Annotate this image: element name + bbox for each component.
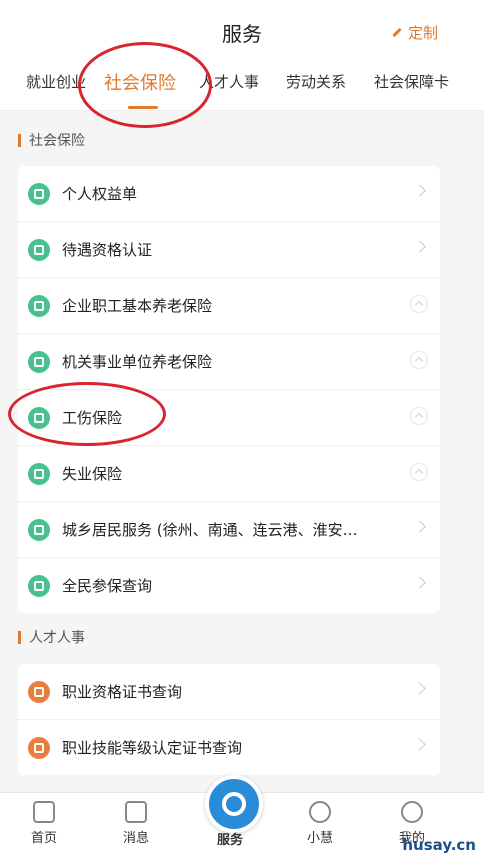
tab-employment[interactable]: 就业创业 bbox=[26, 71, 86, 92]
list-item-enterprise-pension[interactable]: 企业职工基本养老保险 bbox=[18, 278, 440, 334]
certificate-icon bbox=[28, 238, 50, 261]
active-tab-indicator bbox=[128, 106, 158, 109]
customize-button[interactable]: 定制 bbox=[392, 22, 438, 43]
nav-home[interactable]: 首页 bbox=[14, 801, 74, 846]
home-icon bbox=[33, 801, 55, 823]
nav-label: 消息 bbox=[122, 831, 149, 846]
nav-messages[interactable]: 消息 bbox=[106, 801, 166, 846]
document-icon bbox=[28, 182, 50, 205]
list-item-label: 全民参保查询 bbox=[62, 577, 153, 595]
section-title-text: 社会保险 bbox=[29, 133, 85, 149]
photo-icon bbox=[28, 518, 50, 541]
assistant-icon bbox=[309, 801, 331, 823]
watermark: husay.cn bbox=[402, 836, 476, 854]
speaker-icon bbox=[125, 801, 147, 823]
box-icon bbox=[28, 294, 50, 317]
chevron-right-icon bbox=[413, 240, 426, 253]
chevron-right-icon bbox=[413, 520, 426, 533]
search-doc-icon bbox=[28, 574, 50, 597]
list-item-label: 失业保险 bbox=[62, 465, 123, 483]
tab-social-security-card[interactable]: 社会保障卡 bbox=[374, 71, 449, 92]
list-item-universal-enrollment[interactable]: 全民参保查询 bbox=[18, 558, 440, 613]
chevron-right-icon bbox=[413, 682, 426, 695]
nav-label: 小慧 bbox=[306, 831, 333, 846]
list-item-label: 待遇资格认证 bbox=[62, 241, 153, 259]
chevron-right-icon bbox=[413, 738, 426, 751]
certificate-icon bbox=[28, 736, 50, 759]
list-item-skill-level-certificate[interactable]: 职业技能等级认定证书查询 bbox=[18, 720, 440, 775]
expand-toggle-icon[interactable] bbox=[410, 351, 428, 369]
section-accent-bar bbox=[18, 133, 21, 147]
expand-toggle-icon[interactable] bbox=[410, 295, 428, 313]
nav-label: 首页 bbox=[30, 831, 57, 846]
chevron-right-icon bbox=[413, 576, 426, 589]
section-title-talent: 人才人事 bbox=[18, 627, 85, 647]
box-icon bbox=[28, 406, 50, 429]
tab-talent[interactable]: 人才人事 bbox=[199, 71, 259, 92]
tab-social-insurance[interactable]: 社会保险 bbox=[104, 69, 176, 95]
box-icon bbox=[28, 350, 50, 373]
section-title-text: 人才人事 bbox=[29, 630, 85, 646]
expand-toggle-icon[interactable] bbox=[410, 463, 428, 481]
list-item-label: 城乡居民服务 (徐州、南通、连云港、淮安… bbox=[62, 521, 358, 539]
list-item-label: 工伤保险 bbox=[62, 409, 123, 427]
talent-list: 职业资格证书查询 职业技能等级认定证书查询 bbox=[18, 664, 440, 775]
list-item-institution-pension[interactable]: 机关事业单位养老保险 bbox=[18, 334, 440, 390]
user-icon bbox=[401, 801, 423, 823]
expand-toggle-icon[interactable] bbox=[410, 407, 428, 425]
list-item-personal-rights[interactable]: 个人权益单 bbox=[18, 166, 440, 222]
tab-labor-relations[interactable]: 劳动关系 bbox=[286, 71, 346, 92]
section-title-social-insurance: 社会保险 bbox=[18, 130, 85, 150]
nav-assistant[interactable]: 小慧 bbox=[290, 801, 350, 846]
list-item-resident-services[interactable]: 城乡居民服务 (徐州、南通、连云港、淮安… bbox=[18, 502, 440, 558]
list-item-benefit-certification[interactable]: 待遇资格认证 bbox=[18, 222, 440, 278]
list-item-work-injury[interactable]: 工伤保险 bbox=[18, 390, 440, 446]
nav-label: 服务 bbox=[216, 833, 243, 848]
list-item-qualification-certificate[interactable]: 职业资格证书查询 bbox=[18, 664, 440, 720]
certificate-icon bbox=[28, 680, 50, 703]
list-item-label: 机关事业单位养老保险 bbox=[62, 353, 213, 371]
list-item-label: 职业技能等级认定证书查询 bbox=[62, 739, 243, 757]
customize-label: 定制 bbox=[407, 24, 438, 42]
list-item-label: 职业资格证书查询 bbox=[62, 683, 183, 701]
service-logo-icon[interactable] bbox=[205, 775, 263, 833]
list-item-label: 个人权益单 bbox=[62, 185, 138, 203]
nav-service[interactable]: 服务 bbox=[200, 829, 260, 848]
box-icon bbox=[28, 462, 50, 485]
chevron-right-icon bbox=[413, 184, 426, 197]
social-insurance-list: 个人权益单 待遇资格认证 企业职工基本养老保险 机关事业单位养老保险 工伤保险 … bbox=[18, 166, 440, 613]
list-item-label: 企业职工基本养老保险 bbox=[62, 297, 213, 315]
list-item-unemployment[interactable]: 失业保险 bbox=[18, 446, 440, 502]
category-tabs: 就业创业 社会保险 人才人事 劳动关系 社会保障卡 bbox=[0, 62, 484, 111]
pencil-icon bbox=[392, 27, 402, 38]
header-bar: 服务 定制 bbox=[0, 0, 484, 62]
section-accent-bar bbox=[18, 630, 21, 644]
